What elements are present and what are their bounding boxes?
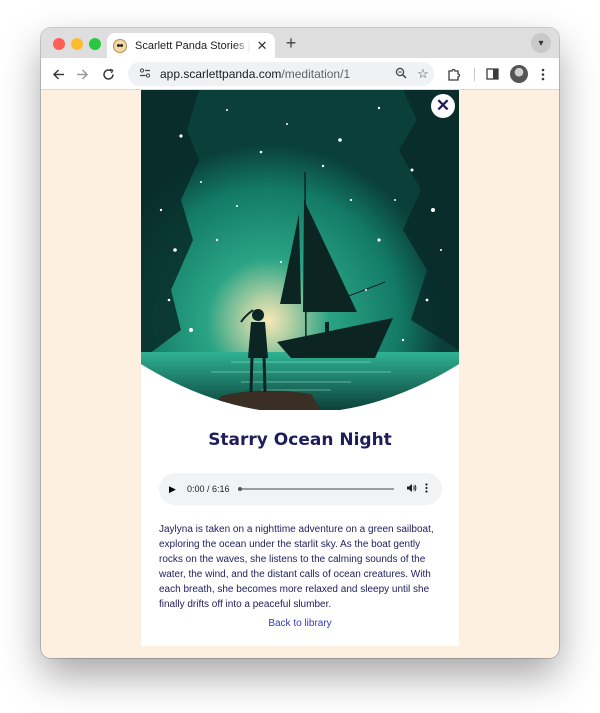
toolbar-divider	[474, 68, 475, 81]
story-description: Jaylyna is taken on a nighttime adventur…	[159, 524, 434, 610]
url-text[interactable]: app.scarlettpanda.com/meditation/1	[160, 67, 390, 81]
extensions-icon[interactable]	[445, 65, 463, 83]
audio-player[interactable]: ▶ 0:00 / 6:16	[159, 473, 442, 505]
story-illustration	[141, 90, 459, 410]
tab-title: Scarlett Panda Stories | AI Generated	[135, 39, 251, 52]
back-to-library-link[interactable]: Back to library	[141, 618, 459, 629]
browser-toolbar: app.scarlettpanda.com/meditation/1 ☆	[41, 58, 559, 90]
panda-favicon-icon	[113, 38, 127, 53]
url-host: app.scarlettpanda.com	[160, 67, 282, 81]
profile-icon[interactable]	[510, 65, 528, 83]
tab-search-chevron-icon[interactable]: ▾	[531, 33, 551, 53]
tab-close-icon[interactable]: ✕	[255, 38, 269, 54]
play-icon[interactable]: ▶	[169, 484, 181, 495]
minimize-window-button[interactable]	[71, 38, 83, 50]
back-arrow-icon[interactable]	[49, 65, 67, 83]
side-panel-icon[interactable]	[483, 65, 501, 83]
new-tab-button[interactable]: +	[281, 33, 301, 54]
page-content: ✕ Starry Ocean Night ▶ 0:00 / 6:16 Jayly…	[41, 90, 559, 658]
browser-window: Scarlett Panda Stories | AI Generated ✕ …	[41, 28, 559, 658]
site-info-icon[interactable]	[134, 67, 156, 82]
more-options-icon[interactable]	[424, 482, 428, 496]
forward-arrow-icon[interactable]	[73, 65, 91, 83]
active-tab[interactable]: Scarlett Panda Stories | AI Generated ✕	[107, 33, 275, 58]
url-path: /meditation/1	[281, 67, 351, 81]
audio-progress-bar[interactable]	[237, 487, 394, 491]
audio-time: 0:00 / 6:16	[187, 484, 230, 494]
menu-icon[interactable]	[534, 65, 552, 83]
close-window-button[interactable]	[53, 38, 65, 50]
story-title: Starry Ocean Night	[208, 430, 392, 450]
tab-strip: Scarlett Panda Stories | AI Generated ✕ …	[41, 28, 559, 58]
story-card: ✕ Starry Ocean Night ▶ 0:00 / 6:16 Jayly…	[141, 90, 459, 646]
address-bar[interactable]: app.scarlettpanda.com/meditation/1 ☆	[128, 62, 434, 86]
reload-icon[interactable]	[99, 65, 117, 83]
volume-icon[interactable]	[406, 483, 417, 496]
close-icon[interactable]: ✕	[431, 94, 455, 118]
star-icon[interactable]: ☆	[412, 66, 434, 82]
zoom-window-button[interactable]	[89, 38, 101, 50]
zoom-icon[interactable]	[390, 67, 412, 82]
